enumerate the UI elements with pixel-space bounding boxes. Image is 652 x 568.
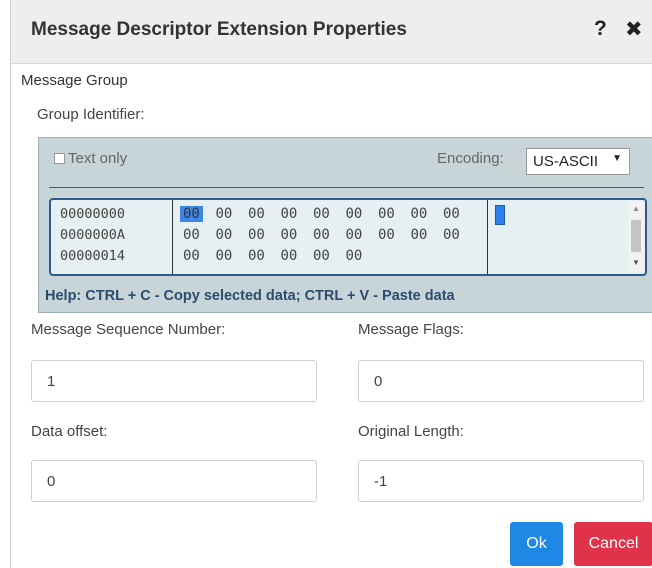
bytes-column[interactable]: 00 00 00 00 00 00 00 00 00 00 00 00 00 00 00 00 00 00 00 00… [172, 200, 488, 274]
hex-byte[interactable]: 00 [411, 206, 428, 222]
scroll-down-icon[interactable]: ▼ [632, 258, 640, 267]
dialog-titlebar: Message Descriptor Extension Properties … [11, 0, 652, 64]
message-group-heading: Message Group [21, 72, 128, 89]
hex-byte[interactable]: 00 [216, 206, 233, 222]
hex-byte[interactable]: 00 [443, 227, 460, 243]
original-length-label: Original Length: [358, 423, 464, 440]
text-only-toggle[interactable]: Text only [54, 150, 127, 167]
address-row-1: 0000000A [60, 227, 126, 243]
divider [49, 187, 644, 188]
hex-scrollbar[interactable]: ▲ ▼ [628, 202, 644, 272]
ascii-cursor [495, 205, 505, 225]
hex-editor-help-text: Help: CTRL + C - Copy selected data; CTR… [45, 288, 455, 304]
hex-byte[interactable]: 00 [281, 206, 298, 222]
hex-byte[interactable]: 00 [346, 227, 363, 243]
group-identifier-hex-editor: Text only Encoding: US-ASCII ▼ 00000000 … [38, 137, 652, 313]
address-row-2: 00000014 [60, 248, 126, 264]
hex-byte[interactable]: 00 [248, 227, 265, 243]
sequence-number-label: Message Sequence Number: [31, 321, 226, 338]
hex-byte[interactable]: 00 [378, 206, 395, 222]
help-icon[interactable]: ? [594, 17, 607, 41]
message-flags-input[interactable]: 0 [358, 360, 644, 402]
ascii-column[interactable] [488, 200, 628, 274]
hex-byte[interactable]: 00 [248, 248, 265, 264]
cancel-button[interactable]: Cancel [574, 522, 652, 566]
encoding-label: Encoding: [437, 150, 504, 167]
hex-byte[interactable]: 00 [183, 227, 200, 243]
ok-button[interactable]: Ok [510, 522, 563, 566]
close-icon[interactable]: ✖ [625, 17, 643, 42]
hex-byte[interactable]: 00 [411, 227, 428, 243]
hex-byte[interactable]: 00 [183, 248, 200, 264]
hex-byte[interactable]: 00 [313, 206, 330, 222]
hex-byte[interactable]: 00 [248, 206, 265, 222]
hex-byte[interactable]: 00 [378, 227, 395, 243]
text-only-checkbox[interactable] [54, 153, 65, 164]
hex-byte[interactable]: 00 [346, 248, 363, 264]
data-offset-label: Data offset: [31, 423, 108, 440]
hex-byte[interactable]: 00 [216, 248, 233, 264]
address-column: 00000000 0000000A 00000014 [51, 200, 173, 274]
message-flags-label: Message Flags: [358, 321, 464, 338]
address-row-0: 00000000 [60, 206, 126, 222]
hex-byte[interactable]: 00 [281, 227, 298, 243]
encoding-select[interactable]: US-ASCII ▼ [526, 148, 630, 175]
hex-view[interactable]: 00000000 0000000A 00000014 00 00 00 00 00 00 0… [49, 198, 647, 276]
data-offset-input[interactable]: 0 [31, 460, 317, 502]
original-length-input[interactable]: -1 [358, 460, 644, 502]
group-identifier-label: Group Identifier: [37, 106, 145, 123]
sequence-number-input[interactable]: 1 [31, 360, 317, 402]
scrollbar-thumb[interactable] [631, 220, 641, 252]
hex-byte[interactable]: 00 [443, 206, 460, 222]
encoding-value: US-ASCII [533, 153, 599, 170]
hex-byte[interactable]: 00 [281, 248, 298, 264]
message-descriptor-extension-dialog: Message Descriptor Extension Properties … [10, 0, 652, 568]
hex-byte[interactable]: 00 [346, 206, 363, 222]
dialog-title: Message Descriptor Extension Properties [31, 19, 407, 40]
scroll-up-icon[interactable]: ▲ [632, 204, 640, 213]
text-only-label: Text only [68, 150, 128, 167]
hex-byte-selected[interactable]: 00 [180, 206, 203, 222]
caret-down-icon: ▼ [612, 153, 622, 164]
hex-byte[interactable]: 00 [313, 227, 330, 243]
hex-byte[interactable]: 00 [216, 227, 233, 243]
hex-byte[interactable]: 00 [313, 248, 330, 264]
